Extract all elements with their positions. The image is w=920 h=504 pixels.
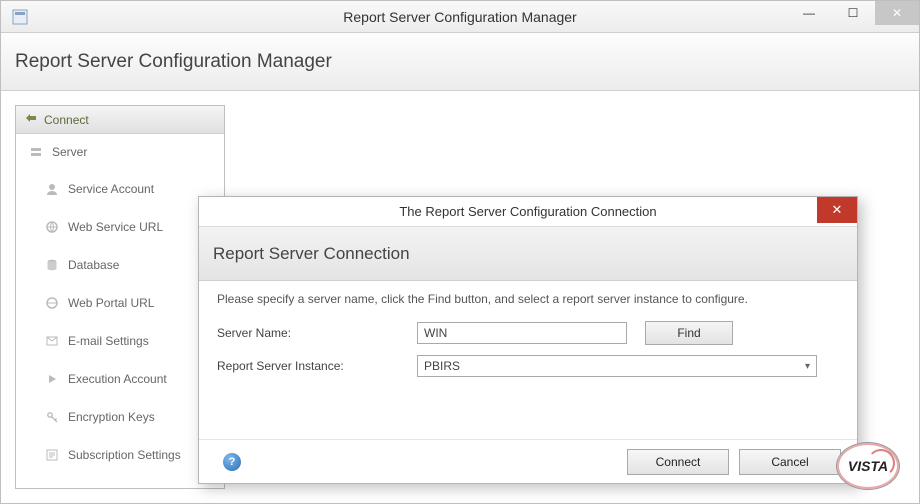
close-button[interactable]: ✕ <box>875 1 919 25</box>
connect-icon <box>24 111 38 128</box>
database-icon <box>44 257 60 273</box>
maximize-button[interactable]: ☐ <box>831 1 875 25</box>
server-name-value: WIN <box>424 326 447 340</box>
sidebar-item-label: E-mail Settings <box>68 334 149 348</box>
sidebar-item-email-settings[interactable]: E-mail Settings <box>16 322 224 360</box>
server-icon <box>28 144 44 160</box>
sidebar-item-label: Subscription Settings <box>68 448 181 462</box>
connect-button[interactable]: Connect <box>627 449 729 475</box>
user-icon <box>44 181 60 197</box>
sidebar-item-web-portal-url[interactable]: Web Portal URL <box>16 284 224 322</box>
sidebar-connect-label: Connect <box>44 113 89 127</box>
window-title: Report Server Configuration Manager <box>1 9 919 25</box>
chevron-down-icon: ▾ <box>805 361 810 372</box>
sidebar-item-label: Database <box>68 258 119 272</box>
close-icon: ✕ <box>832 202 843 218</box>
logo-arc-icon <box>867 449 895 477</box>
instance-value: PBIRS <box>424 359 460 373</box>
subscription-icon <box>44 447 60 463</box>
sidebar-item-label: Execution Account <box>68 372 167 386</box>
run-icon <box>44 371 60 387</box>
titlebar: Report Server Configuration Manager — ☐ … <box>1 1 919 33</box>
page-title: Report Server Configuration Manager <box>1 33 919 91</box>
sidebar-item-service-account[interactable]: Service Account <box>16 170 224 208</box>
sidebar-item-label: Server <box>52 145 87 159</box>
dialog-footer: ? Connect Cancel <box>199 439 857 483</box>
sidebar-item-database[interactable]: Database <box>16 246 224 284</box>
find-button[interactable]: Find <box>645 321 733 345</box>
sidebar: Connect Server Service Account Web Servi… <box>15 105 225 489</box>
server-name-label: Server Name: <box>217 326 417 340</box>
cancel-button[interactable]: Cancel <box>739 449 841 475</box>
sidebar-item-web-service-url[interactable]: Web Service URL <box>16 208 224 246</box>
server-name-row: Server Name: WIN Find <box>217 321 839 345</box>
sidebar-item-label: Encryption Keys <box>68 410 155 424</box>
connection-dialog: The Report Server Configuration Connecti… <box>198 196 858 484</box>
sidebar-item-label: Web Service URL <box>68 220 163 234</box>
dialog-title: The Report Server Configuration Connecti… <box>399 204 656 219</box>
minimize-button[interactable]: — <box>787 1 831 25</box>
sidebar-connect[interactable]: Connect <box>16 106 224 134</box>
sidebar-item-label: Service Account <box>68 182 154 196</box>
dialog-body: Please specify a server name, click the … <box>199 281 857 439</box>
dialog-header: Report Server Connection <box>199 227 857 281</box>
globe-icon <box>44 219 60 235</box>
instance-row: Report Server Instance: PBIRS ▾ <box>217 355 839 377</box>
mail-icon <box>44 333 60 349</box>
sidebar-item-subscription-settings[interactable]: Subscription Settings <box>16 436 224 474</box>
sidebar-item-server[interactable]: Server <box>16 134 224 170</box>
instance-select[interactable]: PBIRS ▾ <box>417 355 817 377</box>
window-controls: — ☐ ✕ <box>787 1 919 32</box>
vista-logo: VISTA <box>836 442 900 490</box>
help-icon[interactable]: ? <box>223 453 241 471</box>
sidebar-item-execution-account[interactable]: Execution Account <box>16 360 224 398</box>
find-button-label: Find <box>677 326 700 340</box>
dialog-instruction: Please specify a server name, click the … <box>217 291 839 307</box>
dialog-titlebar: The Report Server Configuration Connecti… <box>199 197 857 227</box>
sidebar-item-encryption-keys[interactable]: Encryption Keys <box>16 398 224 436</box>
server-name-input[interactable]: WIN <box>417 322 627 344</box>
cancel-button-label: Cancel <box>771 455 808 469</box>
sidebar-item-label: Web Portal URL <box>68 296 154 310</box>
instance-label: Report Server Instance: <box>217 359 417 373</box>
connect-button-label: Connect <box>656 455 701 469</box>
globe-icon <box>44 295 60 311</box>
dialog-close-button[interactable]: ✕ <box>817 197 857 223</box>
key-icon <box>44 409 60 425</box>
